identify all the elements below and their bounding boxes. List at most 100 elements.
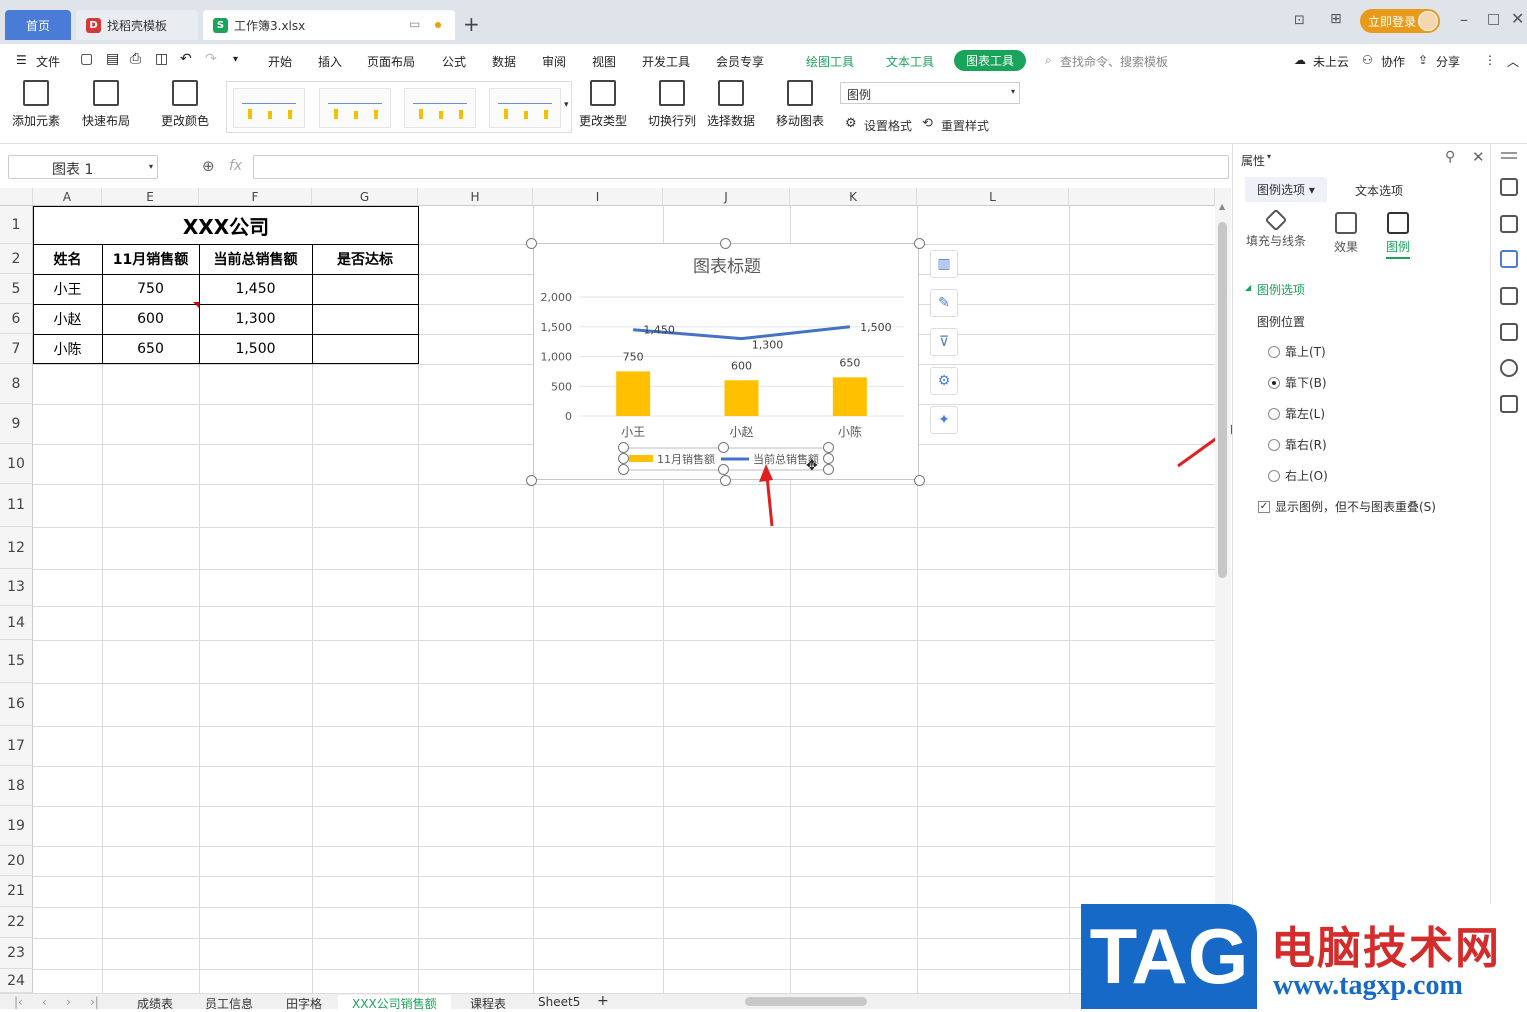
data-cell[interactable]: 650 (102, 334, 199, 364)
resize-handle[interactable] (914, 238, 925, 249)
resize-handle[interactable] (718, 442, 729, 453)
radio-left[interactable]: 靠左(L) (1268, 405, 1325, 422)
prev-sheet-icon[interactable]: ‹ (42, 995, 47, 1009)
login-button[interactable]: 立即登录 (1360, 9, 1440, 33)
export-pdf-icon[interactable]: ▤ (106, 51, 119, 67)
tab-home[interactable]: 首页 (5, 10, 71, 40)
column-header[interactable]: E (102, 188, 199, 206)
cursor-select-icon[interactable] (1500, 215, 1518, 233)
monitor-icon[interactable]: ▭ (409, 17, 420, 31)
vertical-scrollbar[interactable]: ▲ (1215, 188, 1231, 993)
row-header[interactable]: 19 (0, 806, 33, 846)
move-chart-button[interactable]: 移动图表 (776, 80, 824, 129)
grid-apps-icon[interactable]: ⊞ (1330, 11, 1342, 27)
row-header[interactable]: 16 (0, 683, 33, 726)
resize-handle[interactable] (823, 442, 834, 453)
resize-handle[interactable] (618, 464, 629, 475)
chart-style-thumb[interactable] (233, 88, 305, 128)
formula-input[interactable] (253, 155, 1229, 179)
data-cell[interactable]: 1,300 (199, 304, 312, 334)
switch-rowcol-button[interactable]: 切换行列 (648, 80, 696, 129)
column-header[interactable]: F (199, 188, 312, 206)
data-cell[interactable]: 1,450 (199, 274, 312, 304)
column-header-blank[interactable] (1069, 188, 1215, 206)
column-header[interactable]: G (312, 188, 418, 206)
row-header[interactable]: 11 (0, 484, 33, 527)
add-sheet-plus-icon[interactable]: + (597, 993, 609, 1009)
menu-review[interactable]: 审阅 (542, 53, 566, 70)
menu-insert[interactable]: 插入 (318, 53, 342, 70)
radio-top-right[interactable]: 右上(O) (1268, 467, 1328, 484)
menu-file[interactable]: 文件 (36, 53, 60, 70)
row-header[interactable]: 14 (0, 606, 33, 640)
quick-layout-button[interactable]: 快速布局 (82, 80, 130, 129)
resize-handle[interactable] (914, 475, 925, 486)
header-cell[interactable]: 是否达标 (312, 244, 418, 274)
resize-handle[interactable] (618, 453, 629, 464)
row-header[interactable]: 6 (0, 304, 33, 334)
row-header[interactable]: 7 (0, 334, 33, 364)
radio-bottom[interactable]: 靠下(B) (1268, 374, 1327, 391)
command-search[interactable]: 查找命令、搜索模板 (1060, 53, 1168, 70)
redo-icon[interactable]: ↷ (205, 51, 217, 67)
print-icon[interactable]: ⎙ (130, 51, 141, 67)
row-header[interactable]: 9 (0, 404, 33, 444)
last-sheet-icon[interactable]: ›| (90, 995, 99, 1009)
select-data-button[interactable]: 选择数据 (707, 80, 755, 129)
header-cell[interactable]: 姓名 (33, 244, 102, 274)
header-cell[interactable]: 当前总销售额 (199, 244, 312, 274)
row-header[interactable]: 23 (0, 938, 33, 969)
name-box[interactable]: 图表 1 ▾ (8, 155, 158, 179)
row-header[interactable]: 10 (0, 444, 33, 484)
collapse-ribbon-icon[interactable]: ︿ (1507, 53, 1519, 70)
menu-member[interactable]: 会员专享 (716, 53, 764, 70)
menu-formula[interactable]: 公式 (442, 53, 466, 70)
rocket-icon[interactable] (1500, 178, 1518, 196)
menu-page-layout[interactable]: 页面布局 (367, 53, 415, 70)
row-header[interactable]: 17 (0, 726, 33, 766)
rail-menu-icon[interactable] (1501, 152, 1517, 154)
change-type-button[interactable]: 更改类型 (579, 80, 627, 129)
column-header[interactable]: I (533, 188, 663, 206)
menu-text-tools[interactable]: 文本工具 (886, 53, 934, 70)
fill-line-tab[interactable]: 填充与线条 (1241, 208, 1311, 249)
share-button[interactable]: 分享 (1436, 53, 1460, 70)
quick-access-dropdown-icon[interactable]: ▾ (233, 54, 238, 65)
location-icon[interactable] (1500, 359, 1518, 377)
column-header[interactable]: K (790, 188, 917, 206)
cloud-status[interactable]: 未上云 (1313, 53, 1349, 70)
row-header[interactable]: 24 (0, 969, 33, 993)
image-icon[interactable] (1500, 323, 1518, 341)
column-header[interactable]: H (418, 188, 533, 206)
row-header[interactable]: 8 (0, 364, 33, 404)
column-header[interactable]: J (663, 188, 790, 206)
crop-icon[interactable] (1500, 287, 1518, 305)
tab-template[interactable]: D 找稻壳模板 (76, 10, 198, 40)
chart-element-select[interactable]: 图例 ▾ (840, 82, 1020, 104)
select-all-corner[interactable] (0, 188, 33, 206)
pin-icon[interactable]: ⚲ (1445, 149, 1455, 165)
chart-style-thumb[interactable] (489, 88, 561, 128)
sheet-tab[interactable]: 课程表 (470, 995, 506, 1012)
tab-legend-options[interactable]: 图例选项 ▾ (1245, 177, 1327, 202)
row-header[interactable]: 2 (0, 244, 33, 274)
chart-style-brush-icon[interactable]: ✎ (930, 289, 958, 317)
maximize-icon[interactable]: □ (1487, 11, 1500, 27)
row-header[interactable]: 15 (0, 640, 33, 683)
row-header[interactable]: 5 (0, 274, 33, 304)
tab-workbook[interactable]: S 工作簿3.xlsx ▭ (203, 10, 455, 40)
menu-draw-tools[interactable]: 绘图工具 (806, 53, 854, 70)
panel-title[interactable]: 属性 (1241, 152, 1265, 169)
data-cell[interactable]: 750 (102, 274, 199, 304)
menu-data[interactable]: 数据 (492, 53, 516, 70)
no-overlap-checkbox[interactable]: ✓ 显示图例，但不与图表重叠(S) (1258, 498, 1436, 515)
chart-tips-bulb-icon[interactable]: ✦ (930, 406, 958, 434)
data-cell[interactable]: 1,500 (199, 334, 312, 364)
data-cell[interactable]: 600 (102, 304, 199, 334)
radio-right[interactable]: 靠右(R) (1268, 436, 1327, 453)
chart-settings-icon[interactable]: ⚙ (930, 367, 958, 395)
resize-handle[interactable] (720, 475, 731, 486)
header-cell[interactable]: 11月销售额 (102, 244, 199, 274)
gallery-more-icon[interactable]: ▾ (564, 100, 569, 110)
chart-style-thumb[interactable] (319, 88, 391, 128)
